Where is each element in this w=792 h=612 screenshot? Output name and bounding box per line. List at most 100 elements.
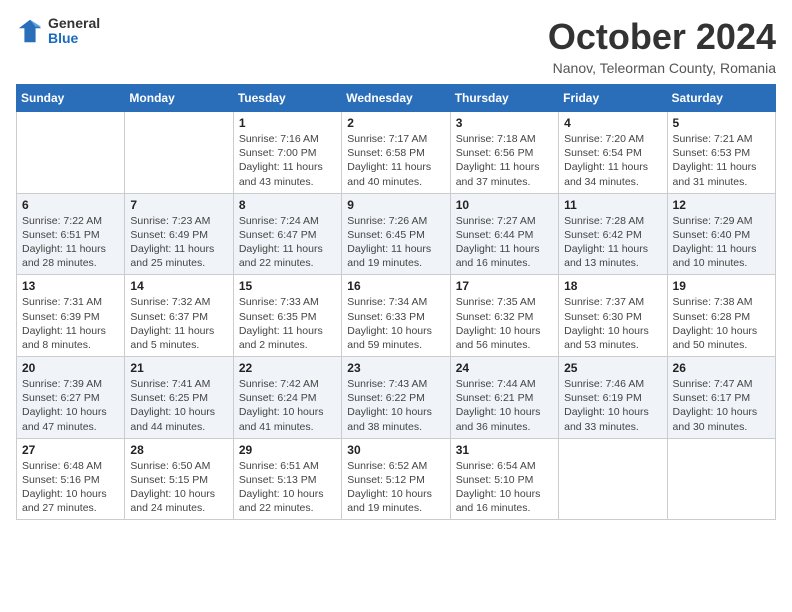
- day-number: 3: [456, 116, 553, 130]
- logo-icon: [16, 17, 44, 45]
- calendar-cell: 14Sunrise: 7:32 AMSunset: 6:37 PMDayligh…: [125, 275, 233, 357]
- calendar-header-thursday: Thursday: [450, 85, 558, 112]
- day-info: Sunrise: 7:24 AMSunset: 6:47 PMDaylight:…: [239, 214, 336, 271]
- day-info: Sunrise: 7:47 AMSunset: 6:17 PMDaylight:…: [673, 377, 770, 434]
- location: Nanov, Teleorman County, Romania: [548, 60, 776, 76]
- day-info: Sunrise: 7:33 AMSunset: 6:35 PMDaylight:…: [239, 295, 336, 352]
- day-number: 5: [673, 116, 770, 130]
- calendar-header-friday: Friday: [559, 85, 667, 112]
- page-header: General Blue October 2024 Nanov, Teleorm…: [16, 16, 776, 76]
- calendar-cell: 27 Sunrise: 6:48 AMSunset: 5:16 PMDayligh…: [17, 438, 125, 520]
- day-info: Sunrise: 7:44 AMSunset: 6:21 PMDaylight:…: [456, 377, 553, 434]
- day-info: Sunrise: 7:42 AMSunset: 6:24 PMDaylight:…: [239, 377, 336, 434]
- calendar-cell: 18 Sunrise: 7:37 AMSunset: 6:30 PMDayligh…: [559, 275, 667, 357]
- calendar-cell: 1Sunrise: 7:16 AMSunset: 7:00 PMDaylight…: [233, 112, 341, 194]
- calendar-cell: 5Sunrise: 7:21 AMSunset: 6:53 PMDaylight…: [667, 112, 775, 194]
- day-number: 8: [239, 198, 336, 212]
- day-number: 27: [22, 443, 119, 457]
- logo-blue: Blue: [48, 31, 100, 46]
- day-info: Sunrise: 6:52 AMSunset: 5:12 PMDaylight:…: [347, 459, 444, 516]
- day-number: 7: [130, 198, 227, 212]
- calendar-cell: [125, 112, 233, 194]
- day-info: Sunrise: 6:50 AMSunset: 5:15 PMDaylight:…: [130, 459, 227, 516]
- day-number: 6: [22, 198, 119, 212]
- calendar-cell: 15 Sunrise: 7:33 AMSunset: 6:35 PMDayligh…: [233, 275, 341, 357]
- day-info: Sunrise: 7:39 AMSunset: 6:27 PMDaylight:…: [22, 377, 119, 434]
- day-info: Sunrise: 7:34 AMSunset: 6:33 PMDaylight:…: [347, 295, 444, 352]
- calendar-week-2: 6 Sunrise: 7:22 AMSunset: 6:51 PMDaylight…: [17, 193, 776, 275]
- day-info: Sunrise: 7:28 AMSunset: 6:42 PMDaylight:…: [564, 214, 661, 271]
- calendar-cell: 12Sunrise: 7:29 AMSunset: 6:40 PMDayligh…: [667, 193, 775, 275]
- day-number: 28: [130, 443, 227, 457]
- day-info: Sunrise: 7:18 AMSunset: 6:56 PMDaylight:…: [456, 132, 553, 189]
- calendar-cell: 26 Sunrise: 7:47 AMSunset: 6:17 PMDayligh…: [667, 357, 775, 439]
- day-number: 20: [22, 361, 119, 375]
- calendar-cell: 20 Sunrise: 7:39 AMSunset: 6:27 PMDayligh…: [17, 357, 125, 439]
- month-title: October 2024: [548, 16, 776, 58]
- day-number: 23: [347, 361, 444, 375]
- day-number: 4: [564, 116, 661, 130]
- day-number: 19: [673, 279, 770, 293]
- day-info: Sunrise: 7:22 AMSunset: 6:51 PMDaylight:…: [22, 214, 119, 271]
- day-number: 14: [130, 279, 227, 293]
- day-number: 29: [239, 443, 336, 457]
- day-number: 30: [347, 443, 444, 457]
- calendar-cell: [17, 112, 125, 194]
- day-info: Sunrise: 6:51 AMSunset: 5:13 PMDaylight:…: [239, 459, 336, 516]
- calendar-cell: 11Sunrise: 7:28 AMSunset: 6:42 PMDayligh…: [559, 193, 667, 275]
- day-info: Sunrise: 6:48 AMSunset: 5:16 PMDaylight:…: [22, 459, 119, 516]
- day-info: Sunrise: 7:27 AMSunset: 6:44 PMDaylight:…: [456, 214, 553, 271]
- calendar-header-saturday: Saturday: [667, 85, 775, 112]
- calendar-header-sunday: Sunday: [17, 85, 125, 112]
- day-number: 15: [239, 279, 336, 293]
- calendar-header-monday: Monday: [125, 85, 233, 112]
- calendar-cell: 29 Sunrise: 6:51 AMSunset: 5:13 PMDayligh…: [233, 438, 341, 520]
- calendar-week-1: 1Sunrise: 7:16 AMSunset: 7:00 PMDaylight…: [17, 112, 776, 194]
- day-number: 26: [673, 361, 770, 375]
- calendar-cell: 16 Sunrise: 7:34 AMSunset: 6:33 PMDayligh…: [342, 275, 450, 357]
- logo-general: General: [48, 16, 100, 31]
- calendar-cell: 25 Sunrise: 7:46 AMSunset: 6:19 PMDayligh…: [559, 357, 667, 439]
- day-number: 17: [456, 279, 553, 293]
- day-info: Sunrise: 7:43 AMSunset: 6:22 PMDaylight:…: [347, 377, 444, 434]
- calendar-table: SundayMondayTuesdayWednesdayThursdayFrid…: [16, 84, 776, 520]
- day-number: 2: [347, 116, 444, 130]
- calendar-cell: 7 Sunrise: 7:23 AMSunset: 6:49 PMDaylight…: [125, 193, 233, 275]
- day-number: 18: [564, 279, 661, 293]
- day-number: 10: [456, 198, 553, 212]
- logo-text: General Blue: [48, 16, 100, 47]
- day-info: Sunrise: 7:35 AMSunset: 6:32 PMDaylight:…: [456, 295, 553, 352]
- calendar-header-tuesday: Tuesday: [233, 85, 341, 112]
- day-number: 9: [347, 198, 444, 212]
- calendar-header-row: SundayMondayTuesdayWednesdayThursdayFrid…: [17, 85, 776, 112]
- day-info: Sunrise: 7:38 AMSunset: 6:28 PMDaylight:…: [673, 295, 770, 352]
- calendar-cell: [667, 438, 775, 520]
- day-number: 25: [564, 361, 661, 375]
- day-number: 12: [673, 198, 770, 212]
- day-info: Sunrise: 7:23 AMSunset: 6:49 PMDaylight:…: [130, 214, 227, 271]
- calendar-cell: 19 Sunrise: 7:38 AMSunset: 6:28 PMDayligh…: [667, 275, 775, 357]
- day-number: 24: [456, 361, 553, 375]
- day-number: 13: [22, 279, 119, 293]
- logo: General Blue: [16, 16, 100, 47]
- day-info: Sunrise: 7:46 AMSunset: 6:19 PMDaylight:…: [564, 377, 661, 434]
- calendar-cell: 13 Sunrise: 7:31 AMSunset: 6:39 PMDayligh…: [17, 275, 125, 357]
- day-number: 1: [239, 116, 336, 130]
- day-info: Sunrise: 7:26 AMSunset: 6:45 PMDaylight:…: [347, 214, 444, 271]
- day-number: 21: [130, 361, 227, 375]
- day-info: Sunrise: 7:20 AMSunset: 6:54 PMDaylight:…: [564, 132, 661, 189]
- calendar-cell: 21 Sunrise: 7:41 AMSunset: 6:25 PMDayligh…: [125, 357, 233, 439]
- title-block: October 2024 Nanov, Teleorman County, Ro…: [548, 16, 776, 76]
- calendar-cell: 9 Sunrise: 7:26 AMSunset: 6:45 PMDaylight…: [342, 193, 450, 275]
- day-info: Sunrise: 7:31 AMSunset: 6:39 PMDaylight:…: [22, 295, 119, 352]
- calendar-cell: 22Sunrise: 7:42 AMSunset: 6:24 PMDayligh…: [233, 357, 341, 439]
- calendar-cell: 17 Sunrise: 7:35 AMSunset: 6:32 PMDayligh…: [450, 275, 558, 357]
- calendar-week-3: 13 Sunrise: 7:31 AMSunset: 6:39 PMDayligh…: [17, 275, 776, 357]
- calendar-cell: 4 Sunrise: 7:20 AMSunset: 6:54 PMDaylight…: [559, 112, 667, 194]
- day-info: Sunrise: 7:37 AMSunset: 6:30 PMDaylight:…: [564, 295, 661, 352]
- day-number: 16: [347, 279, 444, 293]
- calendar-cell: 24 Sunrise: 7:44 AMSunset: 6:21 PMDayligh…: [450, 357, 558, 439]
- calendar-cell: 10 Sunrise: 7:27 AMSunset: 6:44 PMDayligh…: [450, 193, 558, 275]
- calendar-cell: 30 Sunrise: 6:52 AMSunset: 5:12 PMDayligh…: [342, 438, 450, 520]
- day-info: Sunrise: 7:41 AMSunset: 6:25 PMDaylight:…: [130, 377, 227, 434]
